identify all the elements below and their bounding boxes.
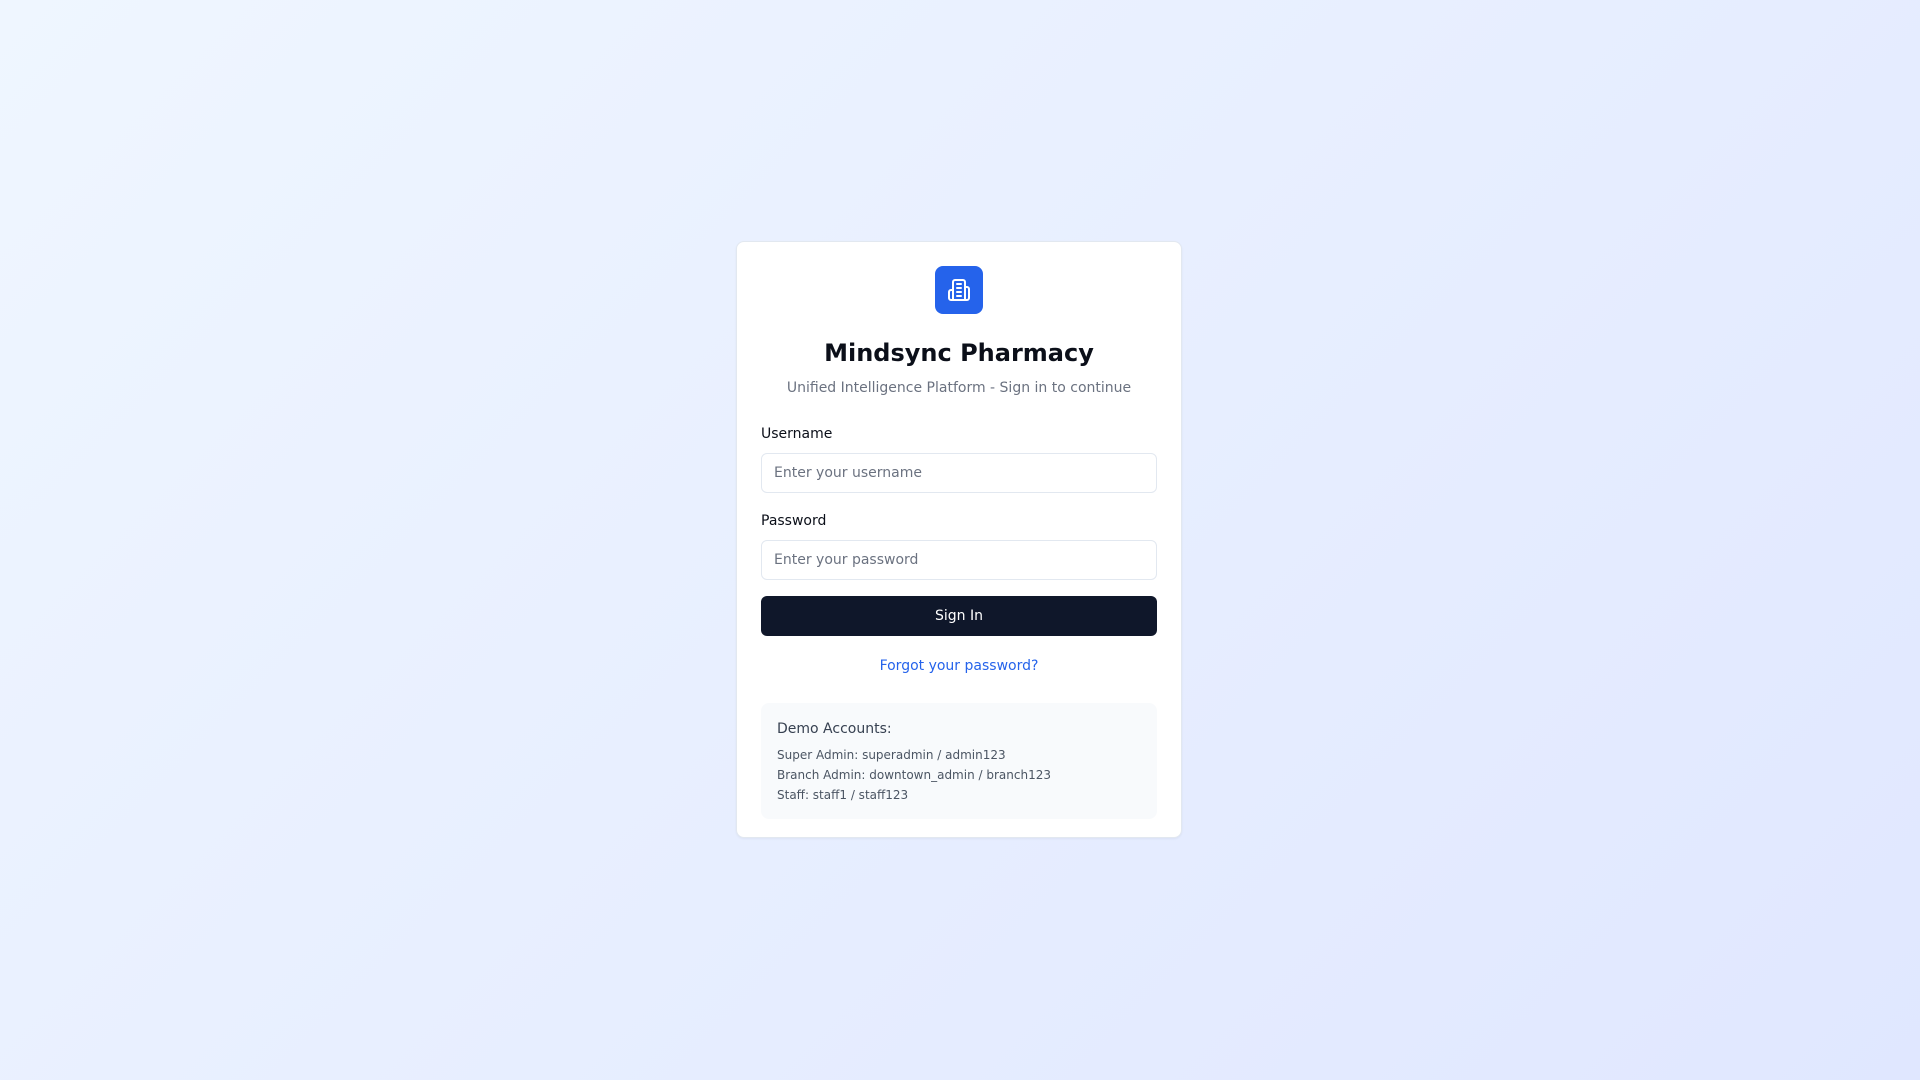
password-label: Password bbox=[761, 513, 827, 529]
demo-accounts-panel: Demo Accounts: Super Admin: superadmin /… bbox=[761, 703, 1157, 819]
login-card: Mindsync Pharmacy Unified Intelligence P… bbox=[736, 241, 1182, 838]
login-form: Username Password Sign In bbox=[761, 424, 1157, 636]
logo-wrap bbox=[761, 266, 1157, 314]
demo-accounts-title: Demo Accounts: bbox=[777, 721, 892, 737]
username-label: Username bbox=[761, 426, 833, 442]
demo-account-branch-admin: Branch Admin: downtown_admin / branch123 bbox=[777, 768, 1051, 782]
password-field-group: Password bbox=[761, 511, 1157, 580]
demo-account-super-admin: Super Admin: superadmin / admin123 bbox=[777, 748, 1006, 762]
forgot-password-link[interactable]: Forgot your password? bbox=[880, 658, 1039, 674]
page-title: Mindsync Pharmacy bbox=[824, 339, 1094, 367]
page-subtitle: Unified Intelligence Platform - Sign in … bbox=[786, 380, 1132, 396]
password-input[interactable] bbox=[761, 540, 1157, 580]
demo-account-staff: Staff: staff1 / staff123 bbox=[777, 788, 909, 802]
sign-in-button[interactable]: Sign In bbox=[761, 596, 1157, 636]
forgot-password-wrap: Forgot your password? bbox=[761, 655, 1157, 676]
username-field-group: Username bbox=[761, 424, 1157, 493]
username-input[interactable] bbox=[761, 453, 1157, 493]
building-icon bbox=[948, 279, 970, 301]
app-logo bbox=[935, 266, 983, 314]
